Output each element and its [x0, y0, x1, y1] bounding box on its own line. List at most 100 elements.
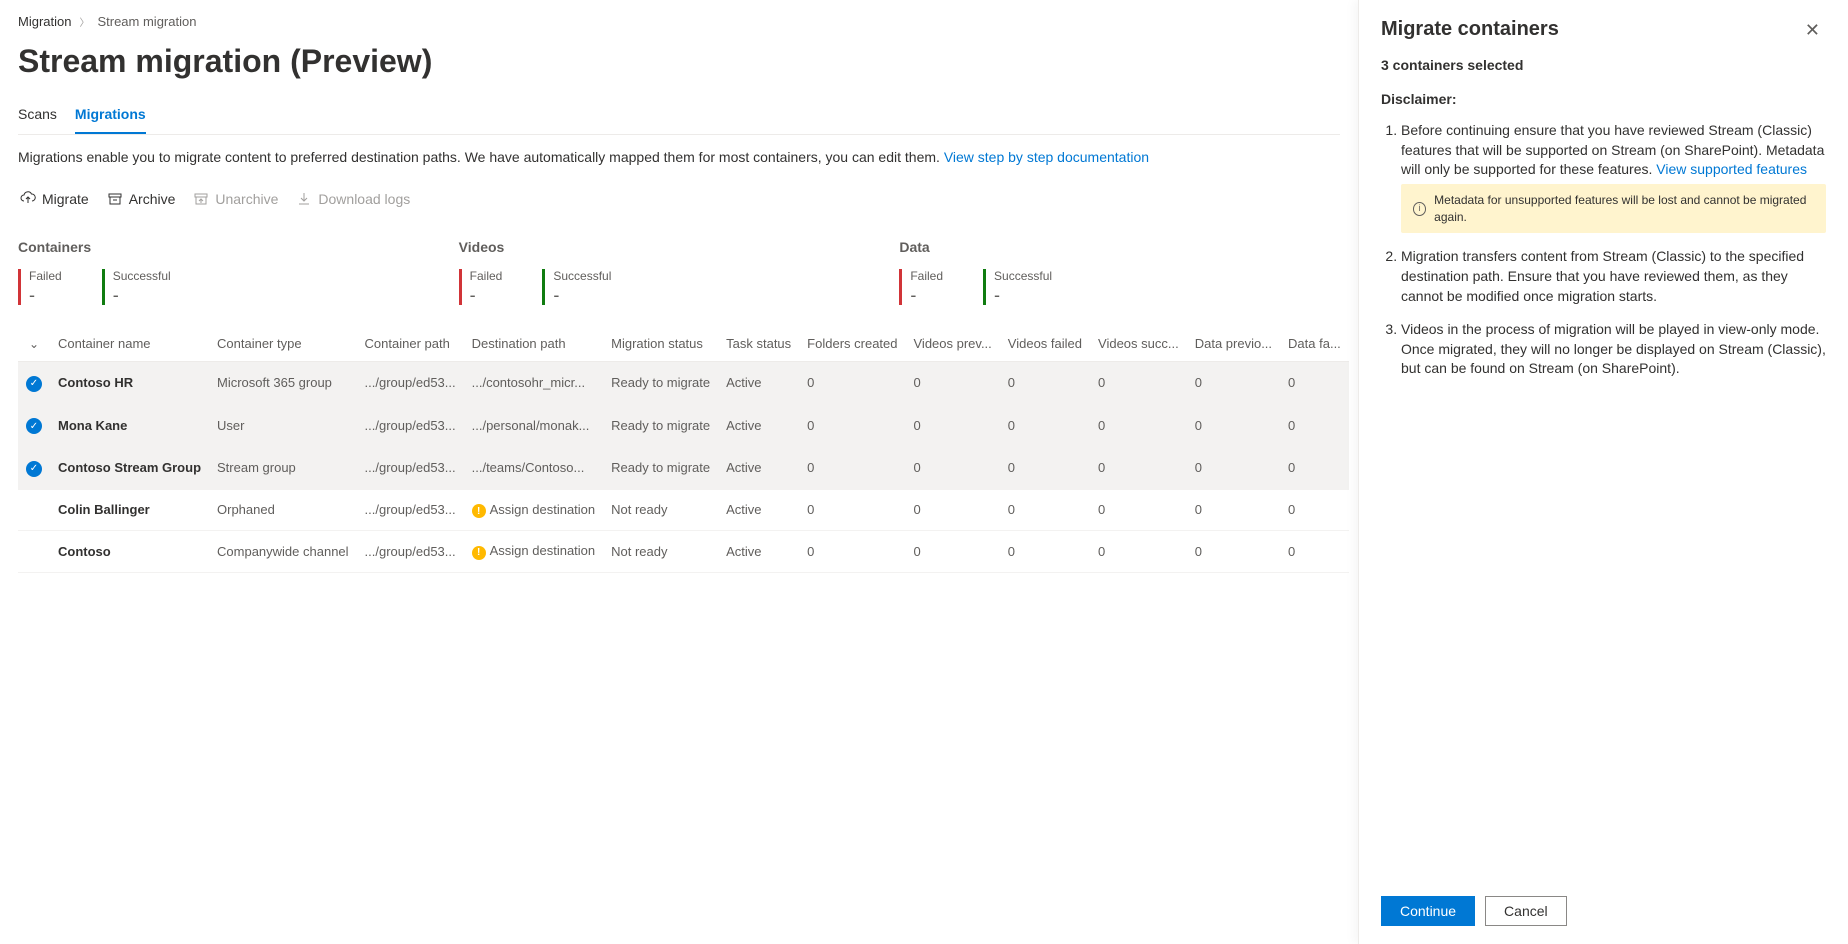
cell-tstatus: Active — [718, 531, 799, 573]
cell-vfail: 0 — [1000, 489, 1090, 531]
disclaimer-item-2: Migration transfers content from Stream … — [1401, 247, 1826, 306]
breadcrumb-root[interactable]: Migration — [18, 14, 71, 29]
column-folders[interactable]: Folders created — [799, 326, 905, 362]
chevron-down-icon: ⌄ — [29, 337, 39, 351]
containers-success-label: Successful — [113, 269, 171, 283]
unarchive-icon — [193, 191, 209, 207]
data-failed-value: - — [910, 285, 943, 306]
cell-mstatus: Ready to migrate — [603, 404, 718, 447]
cell-vsucc: 0 — [1090, 489, 1187, 531]
cell-cpath: .../group/ed53... — [357, 531, 464, 573]
cell-dprev: 0 — [1187, 531, 1280, 573]
videos-failed-value: - — [470, 285, 503, 306]
cell-name: Contoso Stream Group — [50, 447, 209, 490]
videos-success-label: Successful — [553, 269, 611, 283]
cell-tstatus: Active — [718, 362, 799, 405]
column-tstatus[interactable]: Task status — [718, 326, 799, 362]
cell-name: Contoso HR — [50, 362, 209, 405]
cell-type: Microsoft 365 group — [209, 362, 357, 405]
column-select-all[interactable]: ⌄ — [18, 326, 50, 362]
column-mstatus[interactable]: Migration status — [603, 326, 718, 362]
checkmark-icon[interactable]: ✓ — [26, 418, 42, 434]
cell-tstatus: Active — [718, 447, 799, 490]
column-name[interactable]: Container name — [50, 326, 209, 362]
cell-vfail: 0 — [1000, 362, 1090, 405]
assign-destination-link[interactable]: Assign destination — [490, 543, 596, 558]
column-dpath[interactable]: Destination path — [464, 326, 604, 362]
table-row[interactable]: Colin Ballinger Orphaned .../group/ed53.… — [18, 489, 1349, 531]
page-description: Migrations enable you to migrate content… — [18, 149, 1340, 165]
cell-cpath: .../group/ed53... — [357, 447, 464, 490]
column-vsucc[interactable]: Videos succ... — [1090, 326, 1187, 362]
success-bar-icon — [102, 269, 105, 305]
column-vfail[interactable]: Videos failed — [1000, 326, 1090, 362]
cell-dprev: 0 — [1187, 404, 1280, 447]
stats-videos-title: Videos — [459, 239, 900, 255]
column-cpath[interactable]: Container path — [357, 326, 464, 362]
migrate-label: Migrate — [42, 191, 89, 207]
cell-type: Stream group — [209, 447, 357, 490]
migrate-panel: Migrate containers ✕ 3 containers select… — [1358, 0, 1848, 944]
cell-dprev: 0 — [1187, 362, 1280, 405]
column-dprev[interactable]: Data previo... — [1187, 326, 1280, 362]
cell-tstatus: Active — [718, 404, 799, 447]
breadcrumb-current: Stream migration — [97, 14, 196, 29]
disclaimer-heading: Disclaimer: — [1381, 91, 1826, 107]
cell-vfail: 0 — [1000, 447, 1090, 490]
supported-features-link[interactable]: View supported features — [1656, 161, 1807, 177]
table-row[interactable]: Contoso Companywide channel .../group/ed… — [18, 531, 1349, 573]
download-logs-button: Download logs — [294, 187, 412, 211]
videos-success-value: - — [553, 285, 611, 306]
cell-folders: 0 — [799, 404, 905, 447]
data-success-value: - — [994, 285, 1052, 306]
download-label: Download logs — [318, 191, 410, 207]
cell-folders: 0 — [799, 489, 905, 531]
cell-dprev: 0 — [1187, 489, 1280, 531]
cell-vprev: 0 — [906, 404, 1000, 447]
cell-dfail: 0 — [1280, 362, 1349, 405]
table-row[interactable]: ✓ Contoso Stream Group Stream group .../… — [18, 447, 1349, 490]
cell-dpath: .../contosohr_micr... — [464, 362, 604, 405]
checkmark-icon[interactable]: ✓ — [26, 376, 42, 392]
unarchive-button: Unarchive — [191, 187, 280, 211]
cell-mstatus: Ready to migrate — [603, 447, 718, 490]
assign-destination-link[interactable]: Assign destination — [490, 502, 596, 517]
data-failed-label: Failed — [910, 269, 943, 283]
download-icon — [296, 191, 312, 207]
containers-failed-label: Failed — [29, 269, 62, 283]
continue-button[interactable]: Continue — [1381, 896, 1475, 926]
close-icon: ✕ — [1805, 20, 1820, 40]
checkmark-icon[interactable]: ✓ — [26, 461, 42, 477]
stats-containers-title: Containers — [18, 239, 459, 255]
cell-type: Companywide channel — [209, 531, 357, 573]
table-row[interactable]: ✓ Contoso HR Microsoft 365 group .../gro… — [18, 362, 1349, 405]
cell-mstatus: Not ready — [603, 531, 718, 573]
column-vprev[interactable]: Videos prev... — [906, 326, 1000, 362]
column-dfail[interactable]: Data fa... — [1280, 326, 1349, 362]
disclaimer-item-1: Before continuing ensure that you have r… — [1401, 121, 1826, 233]
cell-folders: 0 — [799, 447, 905, 490]
tab-migrations[interactable]: Migrations — [75, 98, 146, 134]
documentation-link[interactable]: View step by step documentation — [944, 149, 1149, 165]
migrate-button[interactable]: Migrate — [18, 187, 91, 211]
cell-vprev: 0 — [906, 362, 1000, 405]
cell-vsucc: 0 — [1090, 531, 1187, 573]
breadcrumb: Migration 〉 Stream migration — [18, 14, 1340, 29]
cell-dprev: 0 — [1187, 447, 1280, 490]
cell-mstatus: Ready to migrate — [603, 362, 718, 405]
cell-dpath: .../teams/Contoso... — [464, 447, 604, 490]
tab-scans[interactable]: Scans — [18, 98, 57, 134]
cell-dfail: 0 — [1280, 447, 1349, 490]
cell-folders: 0 — [799, 362, 905, 405]
close-button[interactable]: ✕ — [1799, 18, 1826, 43]
containers-table: ⌄ Container name Container type Containe… — [18, 326, 1349, 573]
cancel-button[interactable]: Cancel — [1485, 896, 1567, 926]
info-bar: i Metadata for unsupported features will… — [1401, 184, 1826, 234]
failed-bar-icon — [18, 269, 21, 305]
cell-vfail: 0 — [1000, 404, 1090, 447]
cell-vfail: 0 — [1000, 531, 1090, 573]
disclaimer-item-3: Videos in the process of migration will … — [1401, 320, 1826, 379]
archive-button[interactable]: Archive — [105, 187, 178, 211]
column-type[interactable]: Container type — [209, 326, 357, 362]
table-row[interactable]: ✓ Mona Kane User .../group/ed53... .../p… — [18, 404, 1349, 447]
